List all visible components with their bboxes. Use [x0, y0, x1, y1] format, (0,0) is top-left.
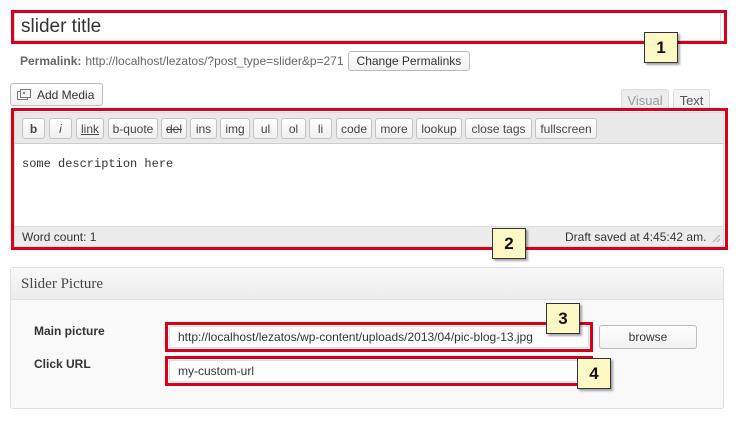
- qt-img-button[interactable]: img: [220, 118, 250, 139]
- resize-handle-icon[interactable]: [711, 233, 721, 243]
- draft-saved-status: Draft saved at 4:45:42 am.: [565, 230, 707, 244]
- qt-italic-button[interactable]: i: [49, 118, 72, 139]
- qt-fullscreen-button[interactable]: fullscreen: [535, 118, 597, 139]
- permalink-row: Permalink: http://localhost/lezatos/?pos…: [20, 51, 471, 71]
- permalink-url[interactable]: http://localhost/lezatos/?post_type=slid…: [85, 54, 343, 68]
- metabox-header[interactable]: [11, 268, 723, 300]
- qt-ul-button[interactable]: ul: [253, 118, 278, 139]
- tab-visual[interactable]: Visual: [621, 89, 669, 111]
- callout-badge-3: 3: [546, 303, 580, 334]
- callout-badge-2: 2: [492, 228, 526, 259]
- qt-del-button[interactable]: del: [161, 118, 187, 139]
- media-icon: [17, 88, 31, 100]
- word-count: Word count: 1: [22, 230, 97, 244]
- change-permalinks-button[interactable]: Change Permalinks: [347, 51, 471, 71]
- callout-badge-4: 4: [577, 358, 611, 389]
- add-media-button[interactable]: Add Media: [10, 83, 104, 106]
- qt-bold-button[interactable]: b: [22, 118, 45, 139]
- qt-bquote-button[interactable]: b-quote: [108, 118, 158, 139]
- tab-text[interactable]: Text: [673, 89, 710, 111]
- callout-badge-1: 1: [644, 32, 678, 63]
- add-media-label: Add Media: [37, 87, 95, 102]
- editor-content[interactable]: some description here: [22, 157, 173, 171]
- qt-link-button[interactable]: link: [76, 118, 104, 139]
- post-title-input[interactable]: [14, 12, 721, 41]
- qt-ins-button[interactable]: ins: [190, 118, 217, 139]
- qt-ol-button[interactable]: ol: [281, 118, 306, 139]
- qt-li-button[interactable]: li: [309, 118, 332, 139]
- click-url-label: Click URL: [34, 357, 91, 371]
- qt-close-tags-button[interactable]: close tags: [465, 118, 532, 139]
- browse-button[interactable]: browse: [599, 325, 697, 349]
- qt-lookup-button[interactable]: lookup: [416, 118, 462, 139]
- qt-code-button[interactable]: code: [336, 118, 372, 139]
- qt-more-button[interactable]: more: [375, 118, 413, 139]
- main-picture-input[interactable]: [169, 326, 589, 348]
- permalink-label: Permalink:: [20, 54, 82, 68]
- click-url-input[interactable]: [169, 360, 589, 382]
- metabox-title: Slider Picture: [21, 276, 104, 292]
- main-picture-label: Main picture: [34, 324, 105, 338]
